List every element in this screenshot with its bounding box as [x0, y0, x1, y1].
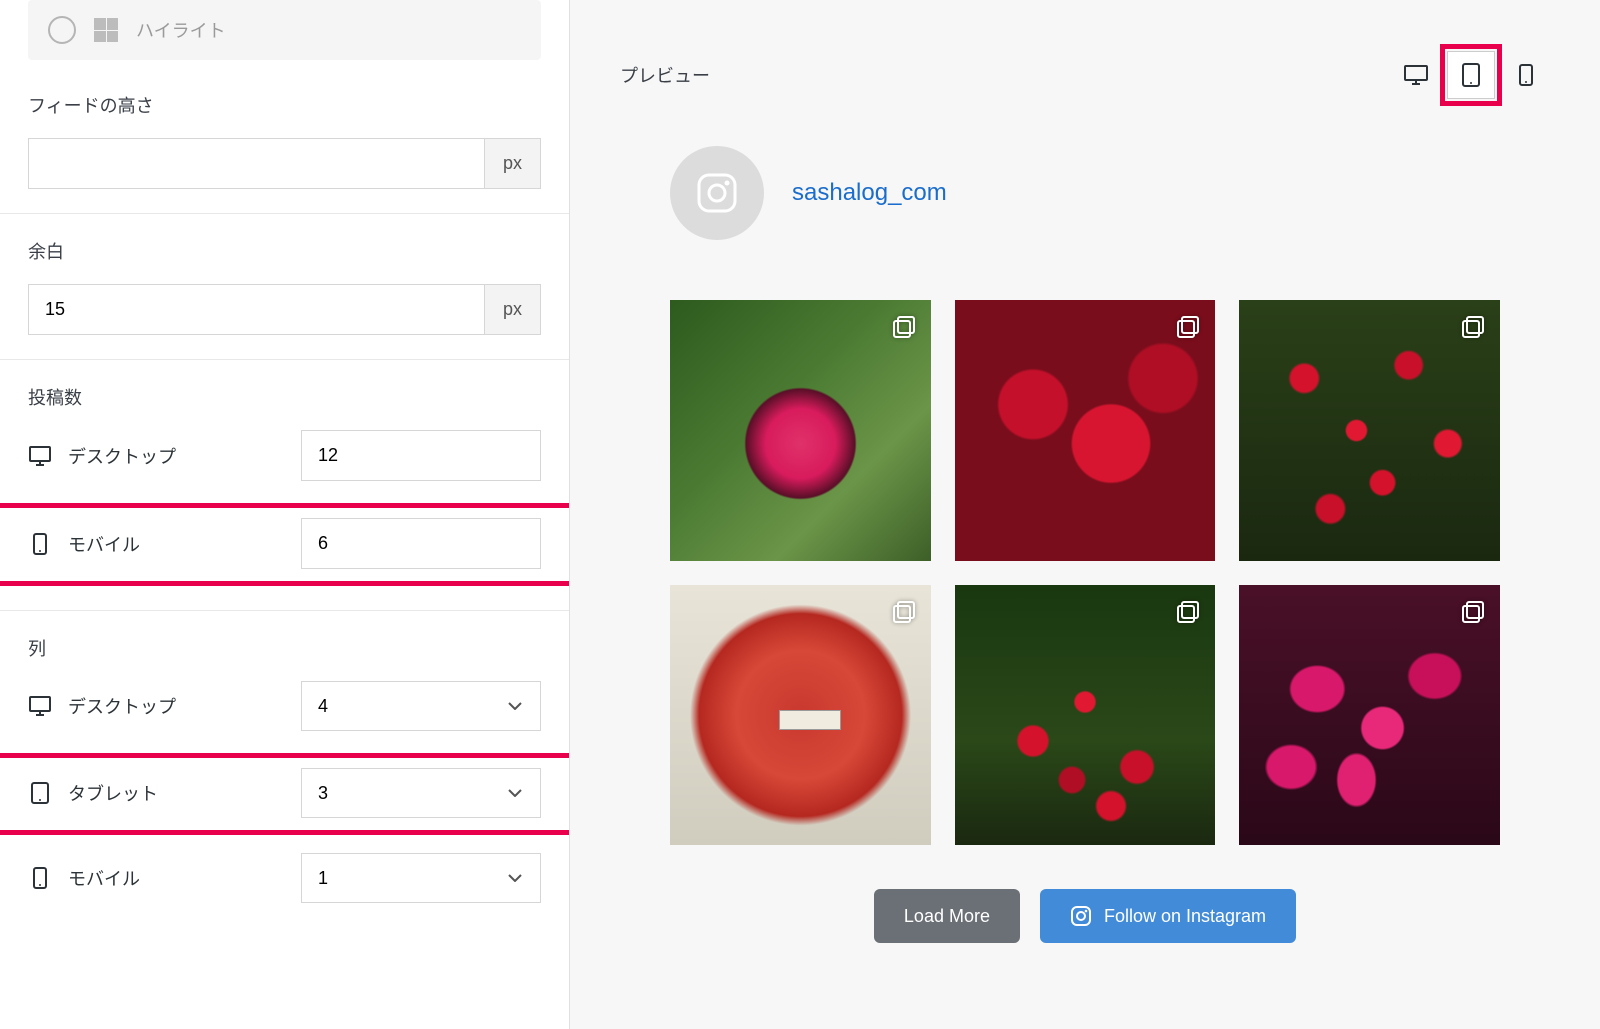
padding-label: 余白	[28, 238, 541, 264]
posts-section: 投稿数 デスクトップ モバイル	[0, 360, 569, 611]
feed-height-input[interactable]	[28, 138, 485, 189]
radio-icon	[48, 16, 76, 44]
gallery-icon	[1175, 599, 1201, 625]
columns-label: 列	[0, 635, 569, 661]
preview-tablet-button[interactable]	[1447, 51, 1495, 99]
preview-desktop-button[interactable]	[1392, 51, 1440, 99]
highlight-box-tablet-toggle	[1440, 44, 1502, 106]
desktop-icon	[28, 694, 52, 718]
feed-height-section: フィードの高さ px	[0, 68, 569, 214]
feed-actions: Load More Follow on Instagram	[620, 889, 1550, 943]
gallery-icon	[891, 314, 917, 340]
preview-panel: プレビュー sashalog_com	[570, 0, 1600, 1029]
highlight-box-columns-tablet: タブレット 3	[0, 753, 570, 835]
mobile-icon	[28, 866, 52, 890]
instagram-icon	[1070, 905, 1092, 927]
padding-input[interactable]	[28, 284, 485, 335]
posts-label: 投稿数	[0, 384, 569, 410]
unit-label: px	[485, 284, 541, 335]
feed-tile[interactable]	[1239, 300, 1500, 561]
username-link[interactable]: sashalog_com	[792, 179, 947, 207]
avatar	[670, 146, 764, 240]
preview-mobile-button[interactable]	[1502, 51, 1550, 99]
padding-section: 余白 px	[0, 214, 569, 360]
feed-tile[interactable]	[955, 300, 1216, 561]
columns-desktop-select[interactable]: 4	[301, 681, 541, 731]
load-more-button[interactable]: Load More	[874, 889, 1020, 943]
gallery-icon	[1460, 314, 1486, 340]
gallery-icon	[1175, 314, 1201, 340]
layout-option-label: ハイライト	[136, 17, 226, 43]
feed-tile[interactable]	[1239, 585, 1500, 846]
device-toggle	[1392, 44, 1550, 106]
tablet-icon	[28, 781, 52, 805]
desktop-icon	[28, 444, 52, 468]
feed-grid	[670, 300, 1500, 845]
preview-title: プレビュー	[620, 62, 710, 88]
highlight-box-posts-mobile: モバイル	[0, 503, 570, 586]
layout-option-highlight[interactable]: ハイライト	[28, 0, 541, 60]
follow-button[interactable]: Follow on Instagram	[1040, 889, 1296, 943]
posts-desktop-label: デスクトップ	[68, 443, 176, 469]
grid-icon	[94, 18, 118, 42]
columns-mobile-select[interactable]: 1	[301, 853, 541, 903]
gallery-icon	[891, 599, 917, 625]
feed-height-label: フィードの高さ	[28, 92, 541, 118]
settings-sidebar: ハイライト フィードの高さ px 余白 px 投稿数 デスクトップ	[0, 0, 570, 1029]
feed-tile[interactable]	[955, 585, 1216, 846]
columns-mobile-label: モバイル	[68, 865, 140, 891]
columns-tablet-select[interactable]: 3	[301, 768, 541, 818]
profile-header: sashalog_com	[670, 146, 1500, 240]
unit-label: px	[485, 138, 541, 189]
gallery-icon	[1460, 599, 1486, 625]
feed-tile[interactable]	[670, 585, 931, 846]
posts-mobile-input[interactable]	[301, 518, 541, 569]
posts-mobile-label: モバイル	[68, 531, 140, 557]
follow-button-label: Follow on Instagram	[1104, 906, 1266, 927]
columns-desktop-label: デスクトップ	[68, 693, 176, 719]
columns-section: 列 デスクトップ 4 タブレット 3	[0, 611, 569, 949]
feed-tile[interactable]	[670, 300, 931, 561]
columns-tablet-label: タブレット	[68, 780, 158, 806]
mobile-icon	[28, 532, 52, 556]
posts-desktop-input[interactable]	[301, 430, 541, 481]
instagram-icon	[695, 171, 739, 215]
